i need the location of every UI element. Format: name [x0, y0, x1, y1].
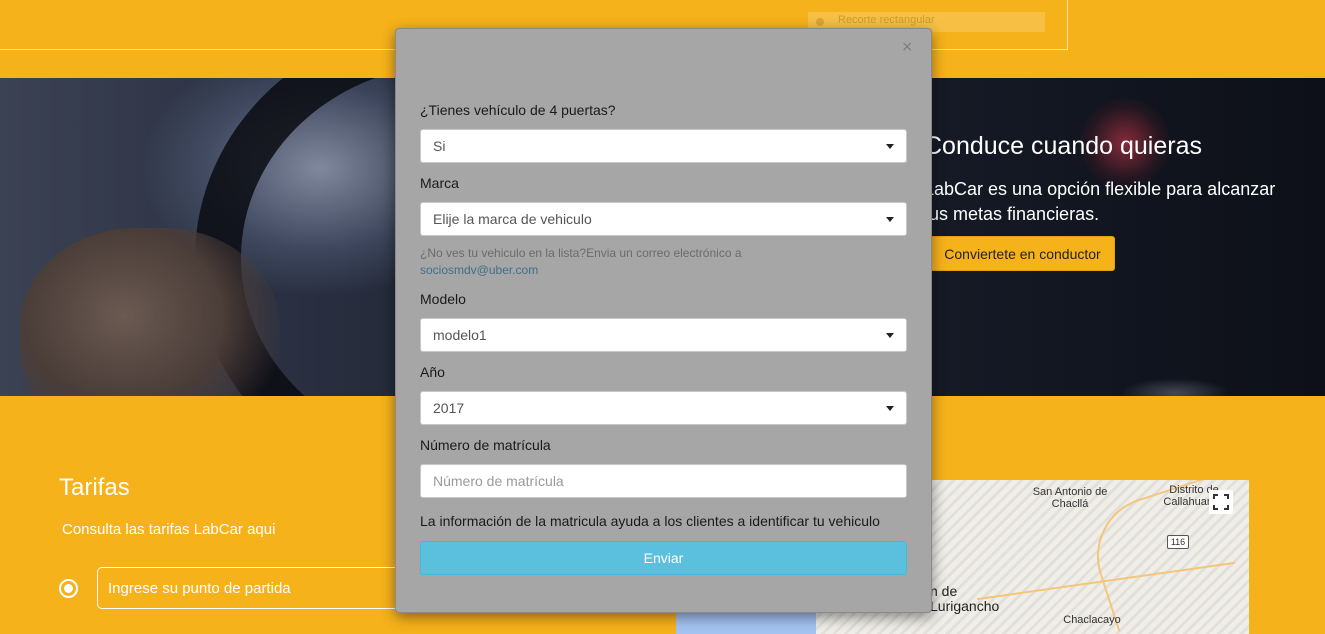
model-select[interactable]: modelo1 — [420, 318, 907, 352]
four-door-label: ¿Tienes vehículo de 4 puertas? — [420, 102, 616, 118]
plate-input[interactable] — [420, 464, 907, 498]
submit-button[interactable]: Enviar — [420, 541, 907, 575]
brand-help-text: ¿No ves tu vehiculo en la lista?Envia un… — [420, 245, 820, 279]
help-email-link[interactable]: sociosmdv@uber.com — [420, 263, 538, 277]
four-door-select[interactable]: Si — [420, 129, 907, 163]
plate-label: Número de matrícula — [420, 437, 551, 453]
four-door-value: Si — [433, 138, 446, 154]
model-label: Modelo — [420, 291, 466, 307]
year-select[interactable]: 2017 — [420, 391, 907, 425]
year-label: Año — [420, 364, 445, 380]
brand-value: Elije la marca de vehiculo — [433, 211, 592, 227]
model-value: modelo1 — [433, 327, 487, 343]
brand-label: Marca — [420, 175, 459, 191]
chevron-down-icon — [886, 144, 894, 149]
year-value: 2017 — [433, 400, 465, 416]
brand-select[interactable]: Elije la marca de vehiculo — [420, 202, 907, 236]
close-icon[interactable]: × — [901, 39, 913, 55]
chevron-down-icon — [886, 333, 894, 338]
plate-info-text: La información de la matricula ayuda a l… — [420, 513, 880, 529]
help-text: ¿No ves tu vehiculo en la lista?Envia un… — [420, 246, 742, 260]
chevron-down-icon — [886, 406, 894, 411]
chevron-down-icon — [886, 217, 894, 222]
vehicle-modal: × ¿Tienes vehículo de 4 puertas? Si Marc… — [395, 28, 932, 613]
